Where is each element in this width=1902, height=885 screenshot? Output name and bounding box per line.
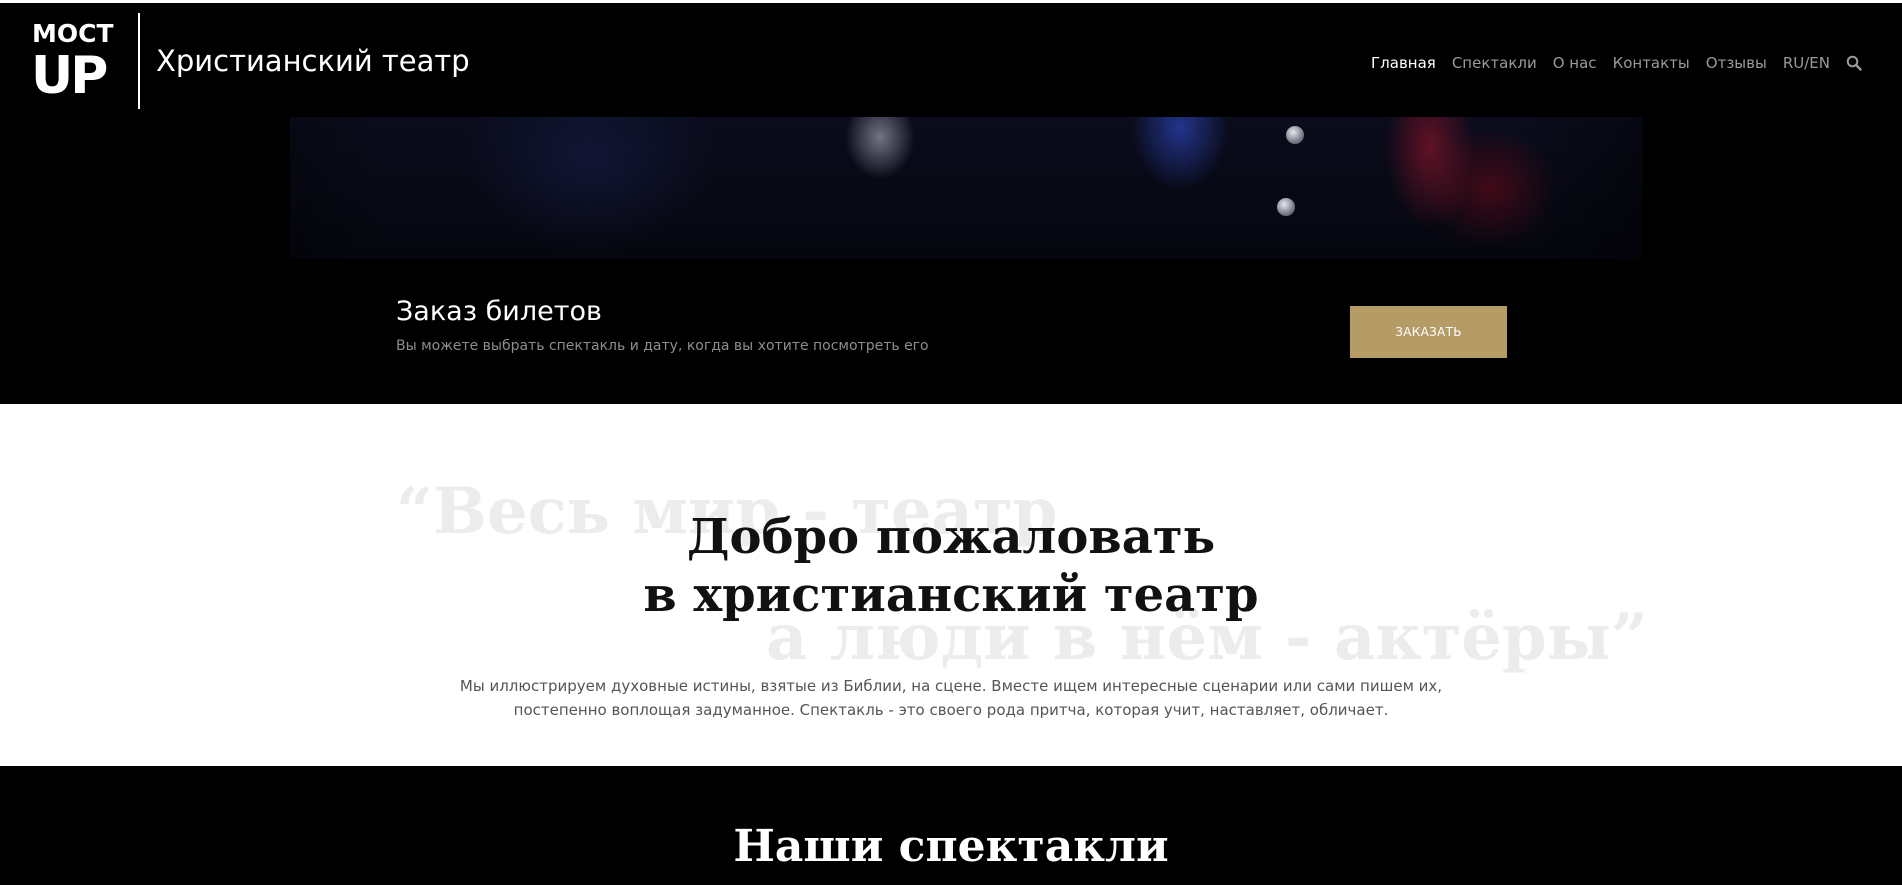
nav-item-contacts[interactable]: Контакты: [1613, 52, 1690, 74]
welcome-title: Добро пожаловать в христианский театр: [0, 508, 1902, 624]
logo-divider: [138, 13, 140, 109]
nav-item-reviews[interactable]: Отзывы: [1706, 52, 1767, 74]
hero-fade-right: [1522, 117, 1902, 259]
welcome-title-line-2: в христианский театр: [643, 567, 1259, 623]
nav-item-language[interactable]: RU/EN: [1783, 52, 1830, 74]
nav-item-home[interactable]: Главная: [1371, 52, 1436, 74]
welcome-section: “Весь мир - театр а люди в нём - актёры”…: [0, 404, 1902, 766]
welcome-text: Мы иллюстрируем духовные истины, взятые …: [459, 677, 1443, 719]
hero-banner: [0, 117, 1902, 259]
hero-fade-left: [0, 117, 380, 259]
tickets-subtitle: Вы можете выбрать спектакль и дату, когд…: [396, 338, 929, 354]
site-header: МОСТ UP Христианский театр Главная Спект…: [0, 0, 1902, 117]
costume-button-decoration: [1277, 198, 1295, 216]
hero-image: [290, 117, 1642, 259]
logo[interactable]: МОСТ UP: [31, 18, 121, 106]
performances-title: Наши спектакли: [733, 821, 1169, 872]
main-nav: Главная Спектакли О нас Контакты Отзывы …: [1371, 52, 1862, 74]
welcome-title-line-1: Добро пожаловать: [686, 509, 1216, 565]
nav-item-about[interactable]: О нас: [1553, 52, 1597, 74]
site-title[interactable]: Христианский театр: [156, 43, 470, 79]
logo-top-text: МОСТ: [32, 19, 114, 48]
page: МОСТ UP Христианский театр Главная Спект…: [0, 0, 1902, 885]
costume-button-decoration: [1286, 126, 1304, 144]
order-button[interactable]: ЗАКАЗАТЬ: [1350, 306, 1507, 358]
nav-item-performances[interactable]: Спектакли: [1452, 52, 1537, 74]
search-icon[interactable]: [1846, 55, 1862, 71]
tickets-section: Заказ билетов Вы можете выбрать спектакл…: [0, 259, 1902, 404]
tickets-title: Заказ билетов: [396, 296, 602, 327]
logo-bottom-text: UP: [31, 46, 108, 106]
performances-section: Наши спектакли: [0, 766, 1902, 885]
